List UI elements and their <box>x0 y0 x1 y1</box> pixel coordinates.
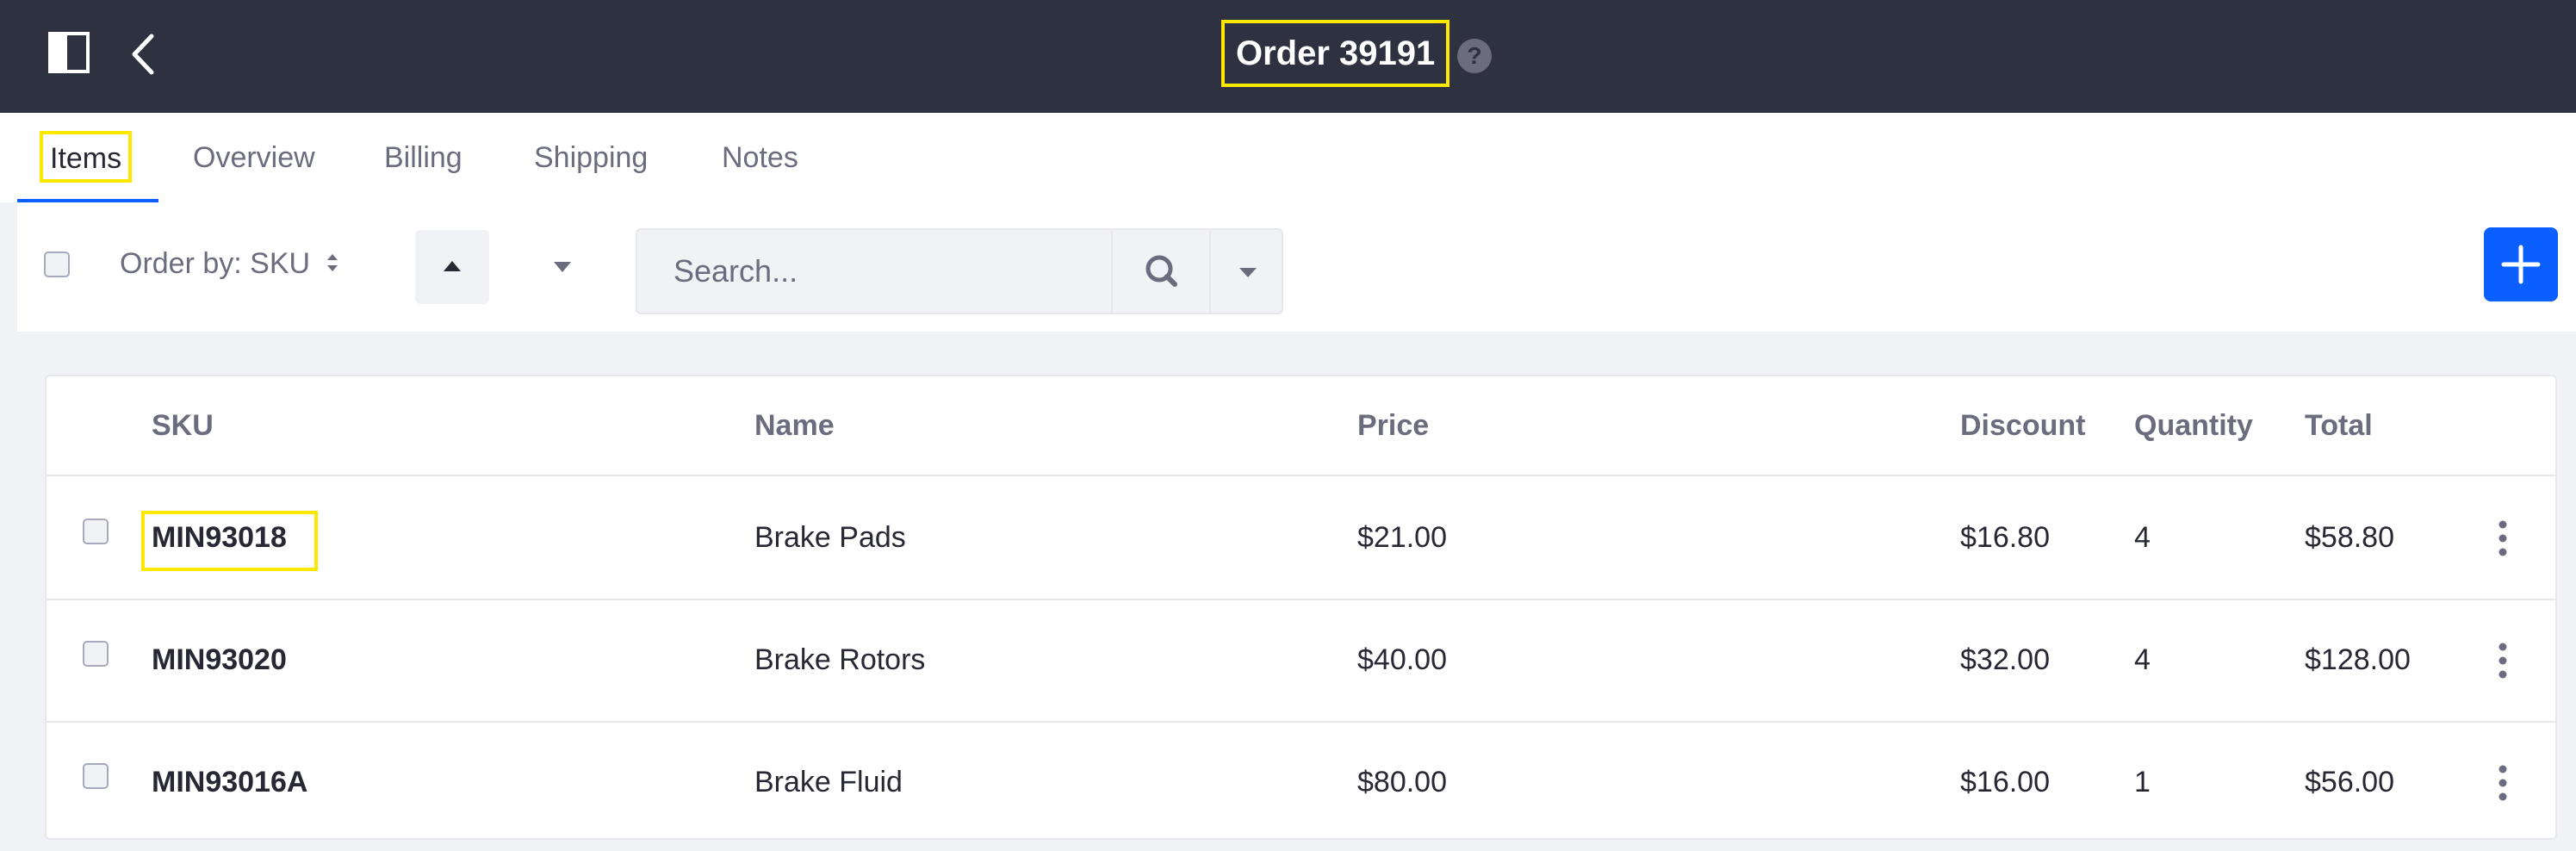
price-cell: $40.00 <box>1357 643 1447 676</box>
plus-icon <box>2501 245 2541 284</box>
sort-caret-icon <box>327 254 338 271</box>
table-row: MIN93020 Brake Rotors $40.00 $32.00 4 $1… <box>47 599 2555 723</box>
tab-notes[interactable]: Notes <box>722 113 798 202</box>
sort-descending-button[interactable] <box>525 230 599 304</box>
column-header-quantity: Quantity <box>2134 409 2253 442</box>
quantity-cell: 4 <box>2134 643 2151 676</box>
row-checkbox[interactable] <box>83 519 109 544</box>
tab-items-label: Items <box>40 131 133 183</box>
discount-cell: $16.00 <box>1960 766 2050 798</box>
chevron-down-icon <box>1239 268 1257 277</box>
kebab-menu-icon[interactable] <box>2486 518 2520 559</box>
row-checkbox[interactable] <box>83 763 109 789</box>
tab-bar: Items Overview Billing Shipping Notes <box>0 113 2576 202</box>
name-cell: Brake Pads <box>754 521 906 554</box>
table-row: MIN93016A Brake Fluid $80.00 $16.00 1 $5… <box>47 721 2555 843</box>
search-button[interactable] <box>1111 230 1211 313</box>
quantity-cell: 1 <box>2134 766 2151 798</box>
search-bar <box>636 228 1283 314</box>
total-cell: $56.00 <box>2305 766 2394 798</box>
search-options-dropdown[interactable] <box>1209 230 1285 313</box>
sidebar-toggle-icon[interactable] <box>48 32 90 73</box>
sku-cell[interactable]: MIN93018 <box>152 476 287 599</box>
sort-ascending-icon <box>444 261 461 271</box>
kebab-menu-icon[interactable] <box>2486 762 2520 804</box>
table-header: SKU Name Price Discount Quantity Total <box>47 376 2555 476</box>
tab-overview[interactable]: Overview <box>193 113 315 202</box>
tab-items[interactable]: Items <box>17 113 158 202</box>
table-row: MIN93018 Brake Pads $21.00 $16.80 4 $58.… <box>47 476 2555 600</box>
back-arrow-icon[interactable] <box>126 33 160 76</box>
top-header-bar: Order 39191 ? <box>0 0 2576 113</box>
discount-cell: $16.80 <box>1960 521 2050 554</box>
page-title: Order 39191 <box>1221 20 1450 87</box>
sort-ascending-button[interactable] <box>415 230 489 304</box>
column-header-sku: SKU <box>152 409 214 442</box>
name-cell: Brake Fluid <box>754 766 903 798</box>
row-checkbox[interactable] <box>83 641 109 667</box>
total-cell: $58.80 <box>2305 521 2394 554</box>
order-by-dropdown[interactable]: Order by: SKU <box>120 242 310 285</box>
sku-cell[interactable]: MIN93016A <box>152 721 307 843</box>
price-cell: $21.00 <box>1357 521 1447 554</box>
price-cell: $80.00 <box>1357 766 1447 798</box>
help-icon[interactable]: ? <box>1457 39 1492 73</box>
management-toolbar: Order by: SKU <box>17 202 2576 332</box>
sku-cell[interactable]: MIN93020 <box>152 599 287 721</box>
tab-shipping[interactable]: Shipping <box>534 113 648 202</box>
total-cell: $128.00 <box>2305 643 2411 676</box>
discount-cell: $32.00 <box>1960 643 2050 676</box>
column-header-total: Total <box>2305 409 2373 442</box>
column-header-price: Price <box>1357 409 1430 442</box>
quantity-cell: 4 <box>2134 521 2151 554</box>
column-header-discount: Discount <box>1960 409 2086 442</box>
add-item-button[interactable] <box>2484 227 2558 301</box>
kebab-menu-icon[interactable] <box>2486 640 2520 681</box>
search-input[interactable] <box>637 230 1094 313</box>
sort-descending-icon <box>554 262 571 272</box>
name-cell: Brake Rotors <box>754 643 926 676</box>
search-icon <box>1145 255 1177 287</box>
select-all-checkbox[interactable] <box>44 252 70 277</box>
tab-billing[interactable]: Billing <box>384 113 462 202</box>
column-header-name: Name <box>754 409 835 442</box>
items-table: SKU Name Price Discount Quantity Total M… <box>45 375 2557 840</box>
